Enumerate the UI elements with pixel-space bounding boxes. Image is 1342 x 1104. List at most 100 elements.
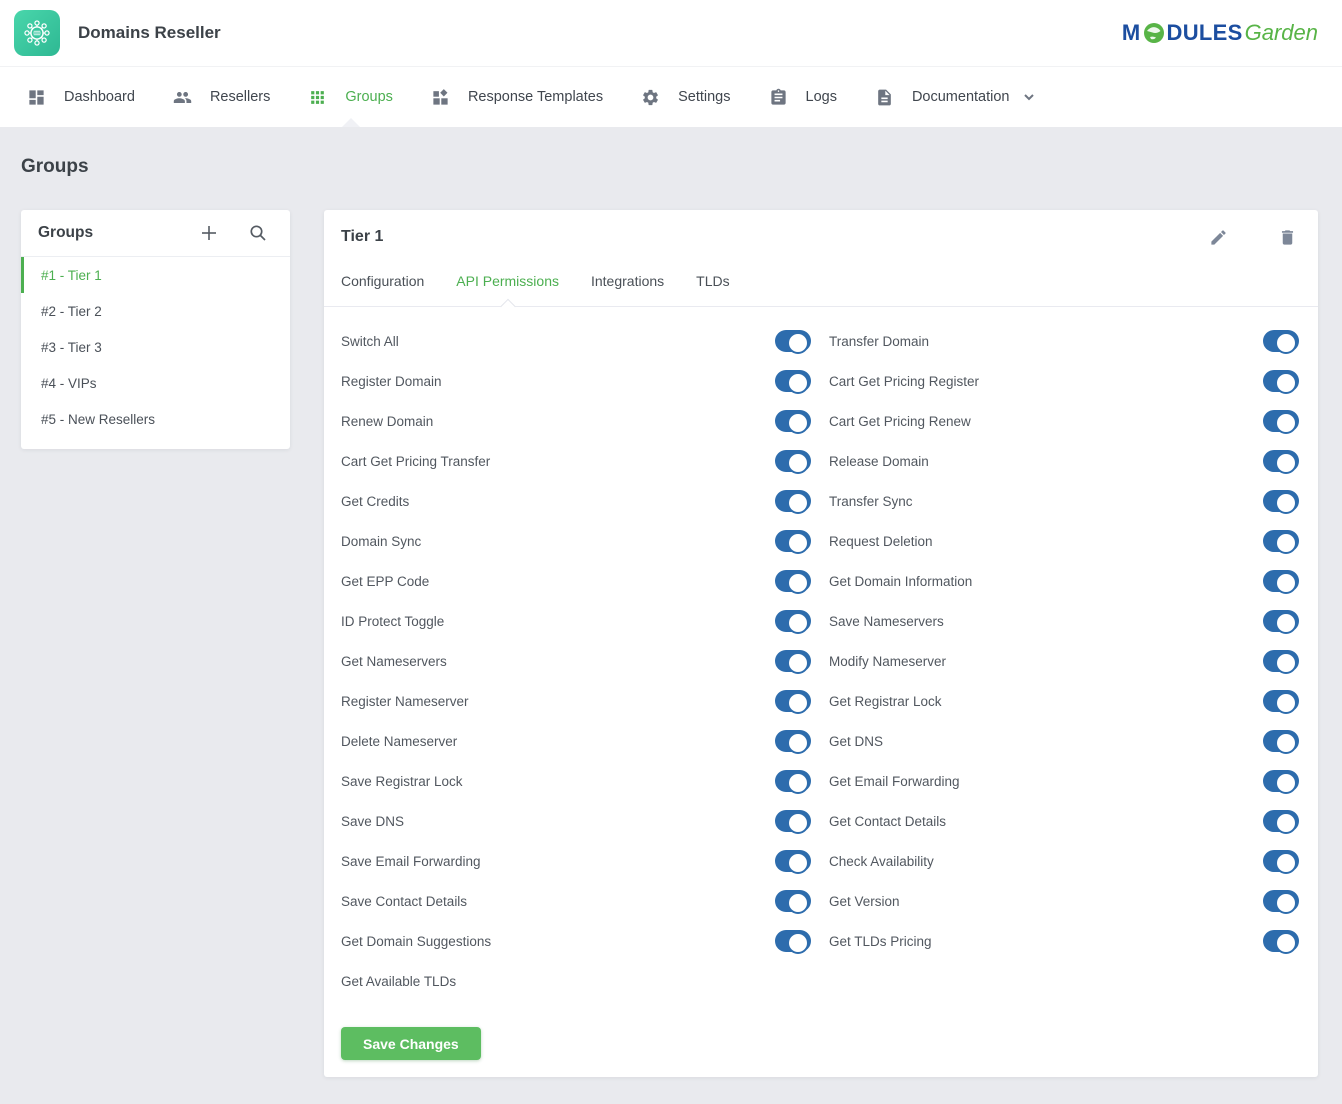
toggle-switch[interactable] <box>775 530 811 552</box>
group-title: Tier 1 <box>341 228 383 246</box>
nav-item-groups[interactable]: Groups <box>289 67 412 127</box>
toggle-switch[interactable] <box>775 690 811 712</box>
nav-item-label: Dashboard <box>64 89 135 105</box>
app-logo-icon <box>14 10 60 56</box>
toggle-switch[interactable] <box>775 810 811 832</box>
add-group-button[interactable] <box>198 222 220 244</box>
permission-row-save-email-forwarding: Save Email Forwarding <box>341 841 811 881</box>
toggle-switch[interactable] <box>1263 610 1299 632</box>
toggle-switch[interactable] <box>1263 530 1299 552</box>
permission-label: Save Registrar Lock <box>341 774 463 789</box>
permission-row-get-version: Get Version <box>829 881 1299 921</box>
permission-row-transfer-sync: Transfer Sync <box>829 481 1299 521</box>
group-item-4-vips[interactable]: #4 - VIPs <box>21 365 290 401</box>
permission-label: Save DNS <box>341 814 404 829</box>
group-item-1-tier-1[interactable]: #1 - Tier 1 <box>21 257 290 293</box>
nav-item-documentation[interactable]: Documentation <box>856 67 1055 127</box>
nav-item-resellers[interactable]: Resellers <box>154 67 289 127</box>
groups-card-title: Groups <box>38 224 198 242</box>
permission-label: Get TLDs Pricing <box>829 934 932 949</box>
toggle-switch[interactable] <box>1263 730 1299 752</box>
logo-text-garden: Garden <box>1245 20 1318 46</box>
nav-item-label: Settings <box>678 89 730 105</box>
permission-label: Get Version <box>829 894 900 909</box>
group-item-label: #5 - New Resellers <box>41 412 155 427</box>
permission-label: Get DNS <box>829 734 883 749</box>
toggle-switch[interactable] <box>1263 770 1299 792</box>
permission-row-domain-sync: Domain Sync <box>341 521 811 561</box>
permission-row-switch-all: Switch All <box>341 321 811 361</box>
tab-configuration[interactable]: Configuration <box>341 273 424 306</box>
permission-label: Save Nameservers <box>829 614 944 629</box>
toggle-switch[interactable] <box>1263 570 1299 592</box>
tab-integrations[interactable]: Integrations <box>591 273 664 306</box>
group-item-2-tier-2[interactable]: #2 - Tier 2 <box>21 293 290 329</box>
toggle-switch[interactable] <box>775 770 811 792</box>
detail-tabs: Configuration API Permissions Integratio… <box>324 248 1318 307</box>
permission-label: Modify Nameserver <box>829 654 946 669</box>
toggle-switch[interactable] <box>775 890 811 912</box>
group-item-5-new-resellers[interactable]: #5 - New Resellers <box>21 401 290 437</box>
toggle-switch[interactable] <box>1263 330 1299 352</box>
permission-row-get-email-forwarding: Get Email Forwarding <box>829 761 1299 801</box>
toggle-switch[interactable] <box>1263 370 1299 392</box>
permission-row-get-domain-information: Get Domain Information <box>829 561 1299 601</box>
toggle-switch[interactable] <box>775 850 811 872</box>
toggle-switch[interactable] <box>1263 410 1299 432</box>
nav-item-settings[interactable]: Settings <box>622 67 749 127</box>
tab-tlds[interactable]: TLDs <box>696 273 729 306</box>
permission-label: Request Deletion <box>829 534 933 549</box>
permission-label: Get Nameservers <box>341 654 447 669</box>
main-nav: Dashboard Resellers Groups Response Temp… <box>0 67 1342 127</box>
nav-item-label: Logs <box>806 89 837 105</box>
permission-label: Register Domain <box>341 374 442 389</box>
group-item-label: #4 - VIPs <box>41 376 97 391</box>
permission-label: Get Domain Suggestions <box>341 934 491 949</box>
permission-row-get-domain-suggestions: Get Domain Suggestions <box>341 921 811 961</box>
toggle-switch[interactable] <box>775 370 811 392</box>
toggle-switch[interactable] <box>1263 450 1299 472</box>
toggle-switch[interactable] <box>775 570 811 592</box>
groups-icon <box>308 88 327 107</box>
permission-label: Cart Get Pricing Renew <box>829 414 971 429</box>
search-icon[interactable] <box>247 222 269 244</box>
toggle-switch[interactable] <box>1263 890 1299 912</box>
toggle-switch[interactable] <box>1263 650 1299 672</box>
permission-label: Save Email Forwarding <box>341 854 481 869</box>
toggle-switch[interactable] <box>775 610 811 632</box>
toggle-switch[interactable] <box>775 650 811 672</box>
toggle-switch[interactable] <box>1263 490 1299 512</box>
group-detail-panel: Tier 1 Configuration API Permissions Int… <box>324 210 1318 1077</box>
toggle-switch[interactable] <box>775 730 811 752</box>
delete-icon[interactable] <box>1276 226 1298 248</box>
toggle-switch[interactable] <box>1263 810 1299 832</box>
group-item-3-tier-3[interactable]: #3 - Tier 3 <box>21 329 290 365</box>
permission-row-id-protect-toggle: ID Protect Toggle <box>341 601 811 641</box>
toggle-switch[interactable] <box>775 930 811 952</box>
logo-text-dules: DULES <box>1167 20 1243 46</box>
toggle-switch[interactable] <box>775 490 811 512</box>
toggle-switch[interactable] <box>775 450 811 472</box>
permission-label: ID Protect Toggle <box>341 614 444 629</box>
logs-icon <box>769 88 788 107</box>
permission-row-save-dns: Save DNS <box>341 801 811 841</box>
permission-row-get-registrar-lock: Get Registrar Lock <box>829 681 1299 721</box>
nav-item-logs[interactable]: Logs <box>750 67 856 127</box>
toggle-switch[interactable] <box>1263 930 1299 952</box>
edit-icon[interactable] <box>1207 226 1229 248</box>
tab-api-permissions[interactable]: API Permissions <box>456 273 559 306</box>
resellers-icon <box>173 88 192 107</box>
toggle-switch[interactable] <box>1263 850 1299 872</box>
toggle-switch[interactable] <box>1263 690 1299 712</box>
permission-label: Get Email Forwarding <box>829 774 960 789</box>
permission-label: Cart Get Pricing Register <box>829 374 979 389</box>
toggle-switch[interactable] <box>775 410 811 432</box>
toggle-switch[interactable] <box>775 330 811 352</box>
save-changes-button[interactable]: Save Changes <box>341 1027 481 1060</box>
modulesgarden-logo: M DULES Garden <box>1122 20 1318 46</box>
group-item-label: #1 - Tier 1 <box>41 268 102 283</box>
page-title: Groups <box>21 127 1318 210</box>
nav-item-dashboard[interactable]: Dashboard <box>8 67 154 127</box>
permission-row-get-epp-code: Get EPP Code <box>341 561 811 601</box>
nav-item-response-templates[interactable]: Response Templates <box>412 67 622 127</box>
